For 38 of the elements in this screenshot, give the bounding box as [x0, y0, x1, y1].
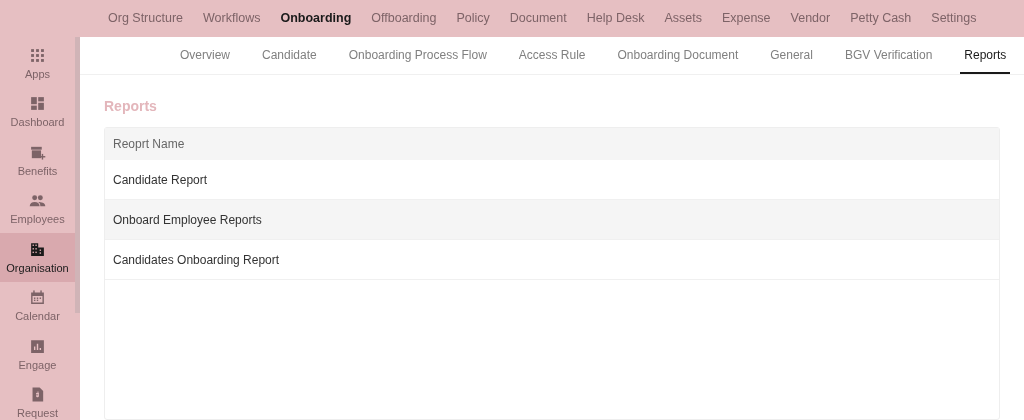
- nav-tab[interactable]: Assets: [664, 9, 702, 28]
- nav-tab[interactable]: Vendor: [790, 9, 831, 28]
- calendar-icon: [29, 289, 46, 307]
- tab[interactable]: BGV Verification: [840, 37, 937, 74]
- apps-icon: [29, 46, 46, 64]
- nav-tab[interactable]: Expense: [721, 9, 771, 28]
- nav-tab[interactable]: Settings: [931, 9, 977, 28]
- nav-tab[interactable]: Onboarding: [280, 9, 352, 28]
- dashboard-icon: [29, 95, 46, 113]
- nav-tab[interactable]: Document: [509, 9, 567, 28]
- tab[interactable]: Candidate: [258, 37, 321, 74]
- building-icon: [29, 240, 46, 258]
- sidebar-item[interactable]: Benefits: [0, 136, 75, 185]
- nav-tab[interactable]: Org Structure: [108, 9, 184, 28]
- sidebar-item[interactable]: Request: [0, 378, 75, 420]
- table-cell-text: Onboard Employee Reports: [113, 211, 262, 229]
- table-cell-text: Candidates Onboarding Report: [113, 251, 280, 269]
- column-header: Reoprt Name: [113, 136, 185, 153]
- tab[interactable]: Onboarding Document: [613, 37, 743, 74]
- nav-tab[interactable]: Petty Cash: [850, 9, 912, 28]
- tab[interactable]: Onboarding Process Flow: [344, 37, 491, 74]
- sidebar-item[interactable]: Dashboard: [0, 87, 75, 136]
- tab[interactable]: Overview: [176, 37, 234, 74]
- tab[interactable]: Access Rule: [514, 37, 590, 74]
- sidebar-item[interactable]: Apps: [0, 39, 75, 88]
- nav-tab[interactable]: Workflows: [203, 9, 261, 28]
- sidebar-item[interactable]: Organisation: [0, 233, 75, 282]
- tab[interactable]: General: [766, 37, 817, 74]
- sidebar-item[interactable]: Calendar: [0, 281, 75, 330]
- sidebar-item[interactable]: Engage: [0, 330, 75, 379]
- tab[interactable]: Reports: [960, 37, 1011, 74]
- nav-tab[interactable]: Offboarding: [371, 9, 437, 28]
- section-title: Reports: [104, 96, 158, 116]
- nav-tab[interactable]: Help Desk: [586, 9, 645, 28]
- table-cell-text: Candidate Report: [113, 171, 208, 189]
- sidebar-item[interactable]: Employees: [0, 184, 75, 233]
- bar-chart-icon: [29, 337, 46, 355]
- nav-tab[interactable]: Policy: [456, 9, 490, 28]
